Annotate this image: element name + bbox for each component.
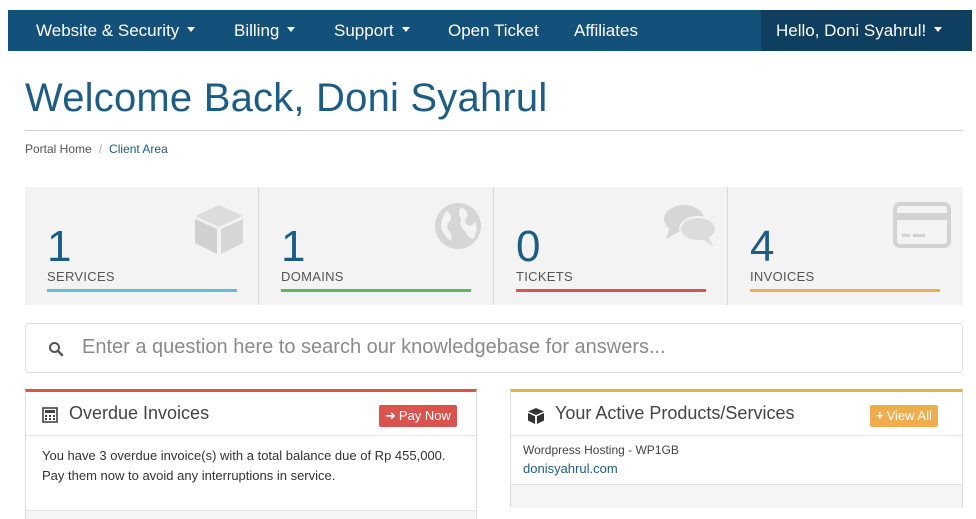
calculator-icon bbox=[42, 407, 58, 423]
pay-now-button[interactable]: ➜ Pay Now bbox=[379, 405, 457, 427]
overdue-message: You have 3 overdue invoice(s) with a tot… bbox=[42, 448, 446, 483]
credit-card-icon bbox=[893, 202, 951, 248]
nav-item-label: Billing bbox=[234, 21, 280, 40]
panel-footer bbox=[511, 484, 962, 508]
tickets-label: TICKETS bbox=[516, 269, 573, 284]
nav-support[interactable]: Support bbox=[334, 10, 410, 51]
comments-icon bbox=[664, 205, 717, 247]
overdue-panel-title: Overdue Invoices bbox=[69, 403, 210, 423]
top-navbar: Website & Security Billing Support Open … bbox=[8, 10, 972, 51]
breadcrumb-current: Client Area bbox=[109, 142, 168, 156]
tickets-accent-bar bbox=[516, 289, 706, 292]
domains-label: DOMAINS bbox=[281, 269, 344, 284]
cube-icon bbox=[195, 205, 243, 254]
active-products-panel: Your Active Products/Services + View All … bbox=[510, 389, 963, 508]
view-all-label: View All bbox=[886, 408, 932, 423]
overdue-invoices-panel: Overdue Invoices ➜ Pay Now You have 3 ove… bbox=[25, 389, 477, 519]
panel-footer bbox=[26, 510, 476, 519]
invoices-label: INVOICES bbox=[750, 269, 815, 284]
search-placeholder: Enter a question here to search our know… bbox=[82, 336, 666, 358]
plus-icon: + bbox=[876, 408, 884, 423]
services-accent-bar bbox=[47, 289, 237, 292]
invoices-accent-bar bbox=[750, 289, 940, 292]
product-name: Wordpress Hosting - WP1GB bbox=[523, 443, 679, 457]
tile-domains[interactable]: 1 DOMAINS bbox=[259, 187, 494, 305]
invoices-count: 4 bbox=[750, 222, 775, 271]
services-label: SERVICES bbox=[47, 269, 115, 284]
nav-website-security[interactable]: Website & Security bbox=[36, 10, 196, 51]
nav-open-ticket[interactable]: Open Ticket bbox=[448, 10, 539, 51]
caret-down-icon bbox=[187, 27, 196, 33]
globe-icon bbox=[435, 203, 481, 249]
nav-billing[interactable]: Billing bbox=[234, 10, 296, 51]
product-domain-link[interactable]: donisyahrul.com bbox=[523, 461, 618, 476]
breadcrumb-home-link[interactable]: Portal Home bbox=[25, 142, 92, 156]
breadcrumb: Portal Home / Client Area bbox=[25, 142, 168, 156]
caret-down-icon bbox=[934, 27, 943, 33]
panel-header: Your Active Products/Services + View All bbox=[511, 392, 962, 436]
domains-accent-bar bbox=[281, 289, 471, 292]
pay-now-label: Pay Now bbox=[398, 408, 451, 423]
caret-down-icon bbox=[287, 27, 296, 33]
tile-invoices[interactable]: 4 INVOICES bbox=[728, 187, 963, 305]
nav-item-label: Open Ticket bbox=[448, 21, 539, 40]
active-panel-title: Your Active Products/Services bbox=[555, 403, 795, 423]
tile-services[interactable]: 1 SERVICES bbox=[25, 187, 259, 305]
title-divider bbox=[25, 130, 963, 131]
user-menu-toggle[interactable]: Hello, Doni Syahrul! bbox=[776, 10, 943, 51]
arrow-right-icon: ➜ bbox=[385, 408, 396, 423]
cube-icon bbox=[528, 408, 544, 424]
nav-affiliates[interactable]: Affiliates bbox=[574, 10, 638, 51]
tickets-count: 0 bbox=[516, 222, 541, 271]
nav-item-label: Affiliates bbox=[574, 21, 638, 40]
caret-down-icon bbox=[401, 27, 410, 33]
nav-item-label: Support bbox=[334, 21, 394, 40]
knowledgebase-search-input[interactable]: Enter a question here to search our know… bbox=[25, 323, 963, 373]
view-all-button[interactable]: + View All bbox=[870, 405, 938, 427]
panel-header: Overdue Invoices ➜ Pay Now bbox=[26, 392, 476, 436]
stats-tiles: 1 SERVICES 1 DOMAINS 0 TICKETS 4 INVOICE… bbox=[25, 187, 963, 305]
search-icon bbox=[49, 342, 64, 357]
breadcrumb-separator: / bbox=[98, 142, 103, 156]
page-title: Welcome Back, Doni Syahrul bbox=[25, 76, 548, 120]
domains-count: 1 bbox=[281, 222, 306, 271]
nav-item-label: Website & Security bbox=[36, 21, 180, 40]
user-menu[interactable]: Hello, Doni Syahrul! bbox=[761, 10, 972, 51]
services-count: 1 bbox=[47, 222, 72, 271]
tile-tickets[interactable]: 0 TICKETS bbox=[494, 187, 728, 305]
user-greeting: Hello, Doni Syahrul! bbox=[776, 21, 927, 40]
